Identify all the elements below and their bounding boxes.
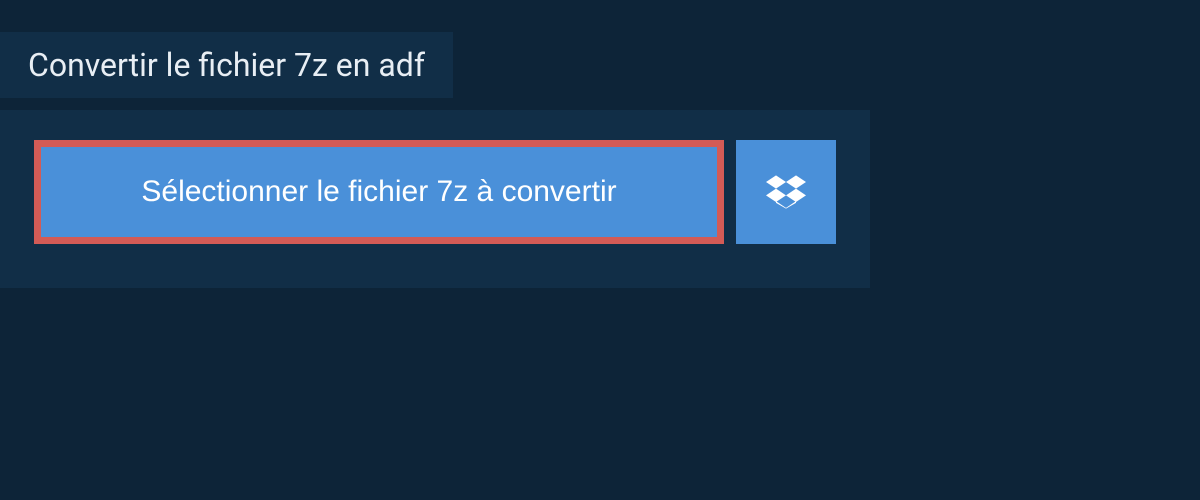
main-container: Convertir le fichier 7z en adf Sélection… <box>0 0 1200 500</box>
page-title: Convertir le fichier 7z en adf <box>28 46 425 84</box>
dropbox-button[interactable] <box>736 140 836 244</box>
page-title-tab: Convertir le fichier 7z en adf <box>0 32 453 98</box>
select-file-button[interactable]: Sélectionner le fichier 7z à convertir <box>34 140 724 244</box>
file-select-panel: Sélectionner le fichier 7z à convertir <box>0 110 870 288</box>
select-file-label: Sélectionner le fichier 7z à convertir <box>141 175 616 209</box>
dropbox-icon <box>766 172 806 212</box>
